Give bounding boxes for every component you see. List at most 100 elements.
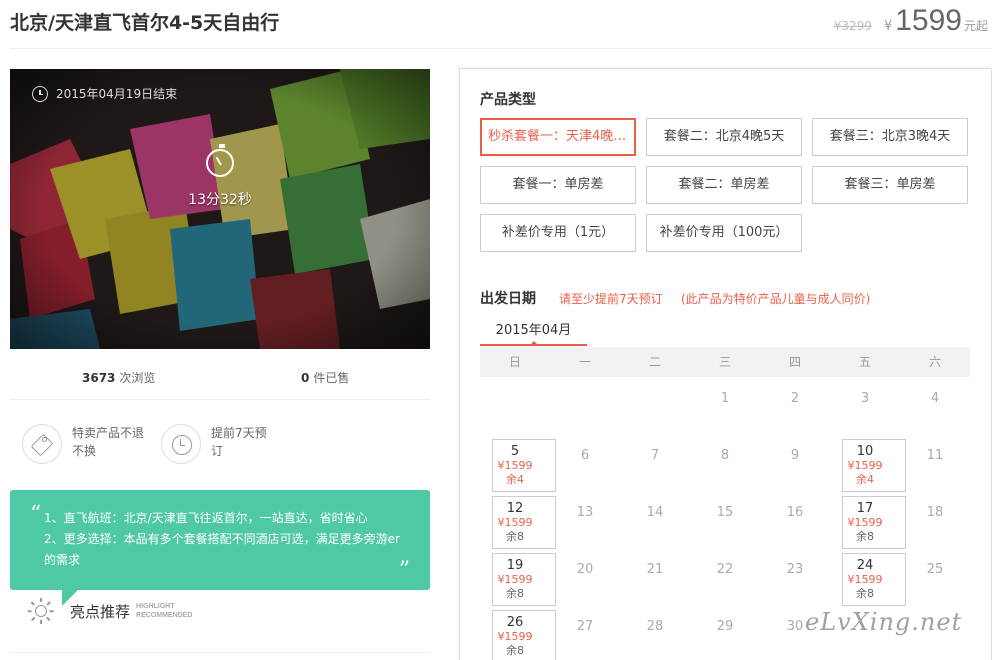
day-number: 3 (860, 391, 870, 406)
product-photo: 2015年04月19日结束 13分32秒 (10, 69, 430, 349)
day-number: 11 (926, 448, 944, 463)
package-option[interactable]: 套餐三：北京3晚4天 (812, 118, 968, 156)
day-number: 5 (510, 444, 520, 459)
day-stock: 余8 (856, 530, 874, 543)
calendar-day: 3 (830, 381, 900, 438)
weekday-label: 六 (928, 355, 941, 369)
package-option[interactable]: 套餐三：单房差 (812, 166, 968, 204)
bottom-divider (10, 652, 430, 653)
calendar-day: 27 (550, 609, 620, 660)
calendar-day-available[interactable]: 24 ¥1599 余8 (830, 552, 906, 609)
calendar-day: 25 (900, 552, 970, 609)
day-stock: 余8 (856, 587, 874, 600)
views-count: 3673 (82, 371, 116, 385)
calendar-day-available[interactable]: 17 ¥1599 余8 (830, 495, 906, 552)
calendar-day (550, 381, 620, 438)
weekday-label: 四 (788, 355, 801, 369)
header-divider (10, 48, 992, 49)
day-number: 6 (580, 448, 590, 463)
calendar-day-available[interactable]: 12 ¥1599 余8 (480, 495, 556, 552)
calendar-day: 23 (760, 552, 830, 609)
day-number: 28 (646, 619, 664, 634)
package-option[interactable]: 套餐一：单房差 (480, 166, 636, 204)
calendar-day: 9 (760, 438, 830, 495)
currency-sign: ¥ (883, 19, 893, 34)
day-number: 24 (856, 558, 874, 573)
calendar-day: 7 (620, 438, 690, 495)
day-price: ¥1599 (847, 516, 883, 529)
day-number: 26 (506, 615, 524, 630)
calendar-day: 18 (900, 495, 970, 552)
calendar-day: 11 (900, 438, 970, 495)
child-price-note: (此产品为特价产品儿童与成人同价) (681, 292, 871, 306)
calendar-day: 28 (620, 609, 690, 660)
current-price: 1599 (895, 4, 962, 37)
advance-note: 请至少提前7天预订 (559, 292, 663, 306)
product-type-title: 产品类型 (480, 92, 536, 108)
calendar-day: 16 (760, 495, 830, 552)
quote-close-icon: ” (398, 558, 410, 583)
weekday-label: 五 (858, 355, 871, 369)
day-number: 29 (716, 619, 734, 634)
calendar-day-available[interactable]: 26 ¥1599 余8 (480, 609, 556, 660)
calendar-day-available[interactable]: 5 ¥1599 余4 (480, 438, 556, 495)
departure-title: 出发日期 (480, 291, 536, 307)
end-date-text: 2015年04月19日结束 (56, 87, 178, 101)
day-number: 14 (646, 505, 664, 520)
tag-icon (22, 424, 62, 464)
month-tab[interactable]: 2015年04月 (480, 319, 587, 346)
day-number: 16 (786, 505, 804, 520)
highlight-en: HIGHLIGHT RECOMMENDED (136, 603, 193, 619)
calendar-week: 12 ¥1599 余8 13 14 15 16 17 ¥1599 余8 18 (480, 495, 970, 552)
day-price: ¥1599 (497, 459, 533, 472)
calendar-day: 13 (550, 495, 620, 552)
stats-divider (10, 399, 430, 400)
day-price: ¥1599 (497, 516, 533, 529)
calendar-day (620, 381, 690, 438)
day-price: ¥1599 (497, 630, 533, 643)
watermark: eLvXing.net (805, 608, 963, 636)
package-option[interactable]: 秒杀套餐一：天津4晚5天 (480, 118, 636, 156)
day-number (550, 381, 620, 391)
weekday-label: 日 (508, 355, 521, 369)
calendar-weekdays: 日一二三四五六 (480, 347, 970, 377)
day-number: 19 (506, 558, 524, 573)
views-label: 次浏览 (119, 371, 156, 385)
day-stock: 余4 (506, 473, 524, 486)
day-price: ¥1599 (847, 573, 883, 586)
stopwatch-icon (206, 144, 234, 177)
calendar-day-available[interactable]: 19 ¥1599 余8 (480, 552, 556, 609)
sold-count: 0 (301, 371, 310, 385)
day-number: 18 (926, 505, 944, 520)
end-date: 2015年04月19日结束 (32, 85, 177, 102)
calendar-day-available[interactable]: 10 ¥1599 余4 (830, 438, 906, 495)
feature-label: 特卖产品不退不换 (72, 426, 145, 458)
package-option[interactable]: 套餐二：北京4晚5天 (646, 118, 802, 156)
calendar-day: 20 (550, 552, 620, 609)
day-number: 27 (576, 619, 594, 634)
day-number: 9 (790, 448, 800, 463)
note-line-1: 1、直飞航班：北京/天津直飞往返首尔，一站直达，省时省心 (44, 511, 368, 525)
calendar-day: 6 (550, 438, 620, 495)
lantern-illustration (10, 69, 430, 349)
calendar-week: 5 ¥1599 余4 6 7 8 9 10 ¥1599 余4 11 (480, 438, 970, 495)
package-option[interactable]: 补差价专用（1元） (480, 214, 636, 252)
calendar-week: 1 2 3 4 (480, 381, 970, 438)
countdown-text: 13分32秒 (188, 192, 252, 208)
day-number: 15 (716, 505, 734, 520)
price-suffix: 元起 (963, 19, 988, 33)
day-stock: 余8 (506, 530, 524, 543)
day-number: 21 (646, 562, 664, 577)
price-box: ¥3299 ¥ 1599 元起 (834, 4, 988, 38)
package-option[interactable]: 套餐二：单房差 (646, 166, 802, 204)
package-option[interactable]: 补差价专用（100元） (646, 214, 802, 252)
feature-advance-booking: 提前7天预订 (161, 424, 276, 464)
day-number: 4 (930, 391, 940, 406)
day-price: ¥1599 (847, 459, 883, 472)
sold-stat: 0 件已售 (301, 369, 349, 386)
calendar-day: 4 (900, 381, 970, 438)
highlight-header: 亮点推荐 HIGHLIGHT RECOMMENDED (27, 598, 193, 624)
day-number: 10 (856, 444, 874, 459)
day-stock: 余8 (506, 587, 524, 600)
calendar-week: 19 ¥1599 余8 20 21 22 23 24 ¥1599 余8 25 (480, 552, 970, 609)
